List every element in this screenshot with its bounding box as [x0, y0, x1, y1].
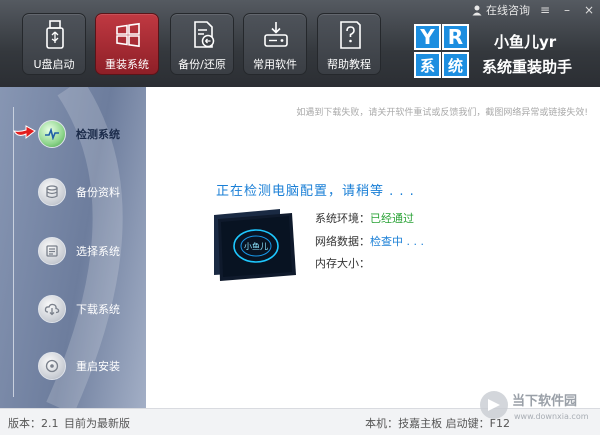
- help-book-icon: [340, 21, 361, 49]
- current-step-arrow-icon: [13, 125, 36, 140]
- disc-icon: [38, 352, 66, 380]
- logo-letter: 系: [414, 52, 441, 78]
- step-label: 选择系统: [76, 245, 120, 258]
- top-right-bar: 在线咨询 ≡ – ×: [471, 2, 596, 18]
- header-bar: 在线咨询 ≡ – × U盘启动 重装系统 备份/还原 常用软件 帮助教程 Y R…: [0, 0, 600, 87]
- step-detect-system: 检测系统: [38, 118, 146, 150]
- step-label: 重启安装: [76, 360, 120, 373]
- nav-label: 帮助教程: [327, 58, 371, 71]
- pulse-icon: [38, 120, 66, 148]
- list-icon: [38, 237, 66, 265]
- windows-logo-icon: [116, 22, 140, 48]
- nav-reinstall-button[interactable]: 重装系统: [95, 13, 159, 75]
- step-label: 备份资料: [76, 186, 120, 199]
- version-label: 版本：2.1: [8, 417, 59, 430]
- step-label: 检测系统: [76, 128, 120, 141]
- steps-timeline: [13, 107, 14, 397]
- step-select-system: 选择系统: [38, 235, 146, 267]
- info-value: 已经通过: [370, 212, 414, 225]
- nav-label: 重装系统: [105, 58, 149, 71]
- usb-drive-icon: [46, 20, 64, 49]
- download-failure-notice: 如遇到下载失败，请关开软件重试或反馈我们，截图网络异常或链接失效!: [296, 108, 588, 118]
- status-footer: 版本：2.1 目前为最新版 本机：技嘉主板 启动键：F12 当下软件园 www.…: [0, 391, 600, 435]
- logo-letter: 统: [442, 52, 469, 78]
- online-consult-link[interactable]: 在线咨询: [471, 2, 530, 18]
- info-value: 检查中 . . .: [370, 235, 424, 248]
- nav-label: 常用软件: [253, 58, 297, 71]
- nav-usb-boot-button[interactable]: U盘启动: [22, 13, 86, 75]
- nav-label: 备份/还原: [178, 58, 226, 71]
- info-row-network-data: 网络数据：检查中 . . .: [315, 233, 424, 249]
- device-logo-text: 小鱼儿: [244, 241, 268, 251]
- info-row-system-env: 系统环境：已经通过: [315, 210, 414, 226]
- nav-software-button[interactable]: 常用软件: [243, 13, 307, 75]
- nav-help-button[interactable]: 帮助教程: [317, 13, 381, 75]
- close-button[interactable]: ×: [582, 2, 596, 18]
- brand-subtitle: 系统重装助手: [482, 58, 573, 76]
- info-label: 内存大小：: [315, 257, 370, 270]
- steps-sidebar: 检测系统 备份资料 选择系统 下载系统 重启安装: [0, 87, 146, 408]
- brand-name: 小鱼儿yr: [494, 33, 557, 51]
- nav-backup-restore-button[interactable]: 备份/还原: [170, 13, 234, 75]
- watermark-site: 当下软件园: [512, 393, 577, 409]
- tablet-device-illustration: 小鱼儿: [214, 209, 296, 281]
- info-label: 系统环境：: [315, 212, 370, 225]
- online-consult-label: 在线咨询: [486, 4, 530, 17]
- step-backup-data: 备份资料: [38, 176, 146, 208]
- watermark-url: www.downxia.com: [514, 412, 589, 421]
- update-status: 目前为最新版: [64, 417, 130, 430]
- logo-letter: Y: [414, 24, 441, 50]
- checking-status-title: 正在检测电脑配置，请稍等 . . .: [216, 184, 415, 199]
- step-label: 下载系统: [76, 303, 120, 316]
- cloud-download-icon: [38, 295, 66, 323]
- software-download-icon: [264, 22, 288, 47]
- main-panel: 如遇到下载失败，请关开软件重试或反馈我们，截图网络异常或链接失效! 正在检测电脑…: [146, 87, 600, 408]
- minimize-button[interactable]: –: [560, 2, 574, 18]
- step-download-system: 下载系统: [38, 293, 146, 325]
- database-icon: [38, 178, 66, 206]
- logo-letter: R: [442, 24, 469, 50]
- menu-button[interactable]: ≡: [538, 2, 552, 18]
- user-icon: [472, 5, 482, 16]
- brand-logo: Y R 系 统: [414, 24, 472, 80]
- nav-label: U盘启动: [33, 58, 75, 71]
- step-restart-install: 重启安装: [38, 350, 146, 382]
- info-label: 网络数据：: [315, 235, 370, 248]
- info-row-memory-size: 内存大小：: [315, 255, 370, 271]
- site-watermark: 当下软件园 www.downxia.com: [480, 391, 589, 421]
- backup-document-icon: [194, 21, 215, 48]
